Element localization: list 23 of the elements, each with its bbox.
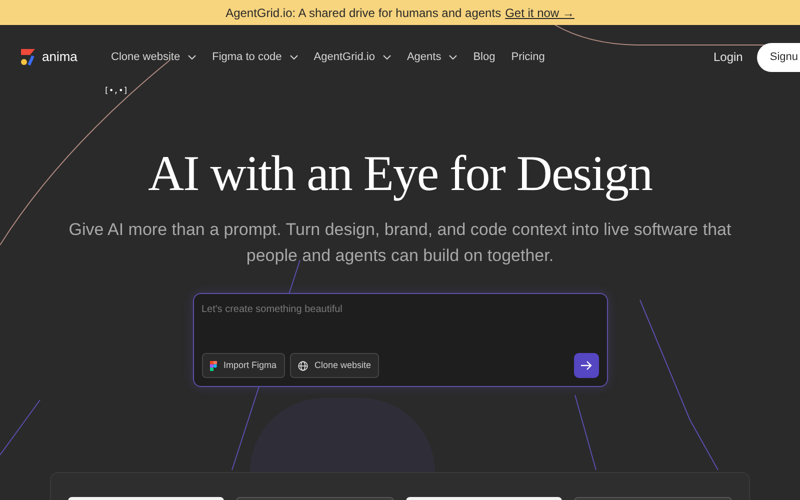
arrow-right-icon (580, 361, 592, 370)
get-it-now-link[interactable]: Get it now → (505, 4, 574, 22)
nav-link[interactable]: Blog (473, 48, 496, 66)
mascot-text: [•,•] (104, 86, 128, 95)
banner-text: AgentGrid.io: A shared drive for humans and agents (226, 4, 502, 22)
hero-title: AI with an Eye for Design (146, 144, 654, 203)
logo-icon (20, 48, 36, 66)
clone-website-button[interactable]: Clone website (290, 353, 380, 378)
submit-button[interactable] (574, 353, 598, 378)
logo-text: anima (42, 48, 78, 66)
prompt-box[interactable]: Let's create something beautiful Import Figma Clone website (192, 293, 608, 387)
signup-button[interactable]: Signu (756, 42, 800, 72)
prompt-input[interactable]: Let's create something beautiful (202, 302, 598, 316)
hero-subtitle: Give AI more than a prompt. Turn design, brand, and code context into live software that people and agents can build on together. (68, 219, 732, 267)
import-figma-button[interactable]: Import Figma (202, 353, 285, 378)
nav-link[interactable]: Figma to code (212, 48, 298, 66)
globe-icon (298, 360, 308, 370)
figma-icon (210, 360, 216, 370)
nav-link[interactable]: AgentGrid.io (314, 48, 391, 66)
nav-link[interactable]: Clone website (111, 48, 196, 66)
nav-link[interactable]: Pricing (511, 48, 545, 66)
login-link[interactable]: Login (713, 48, 743, 66)
nav-link[interactable]: Agents (406, 48, 458, 66)
